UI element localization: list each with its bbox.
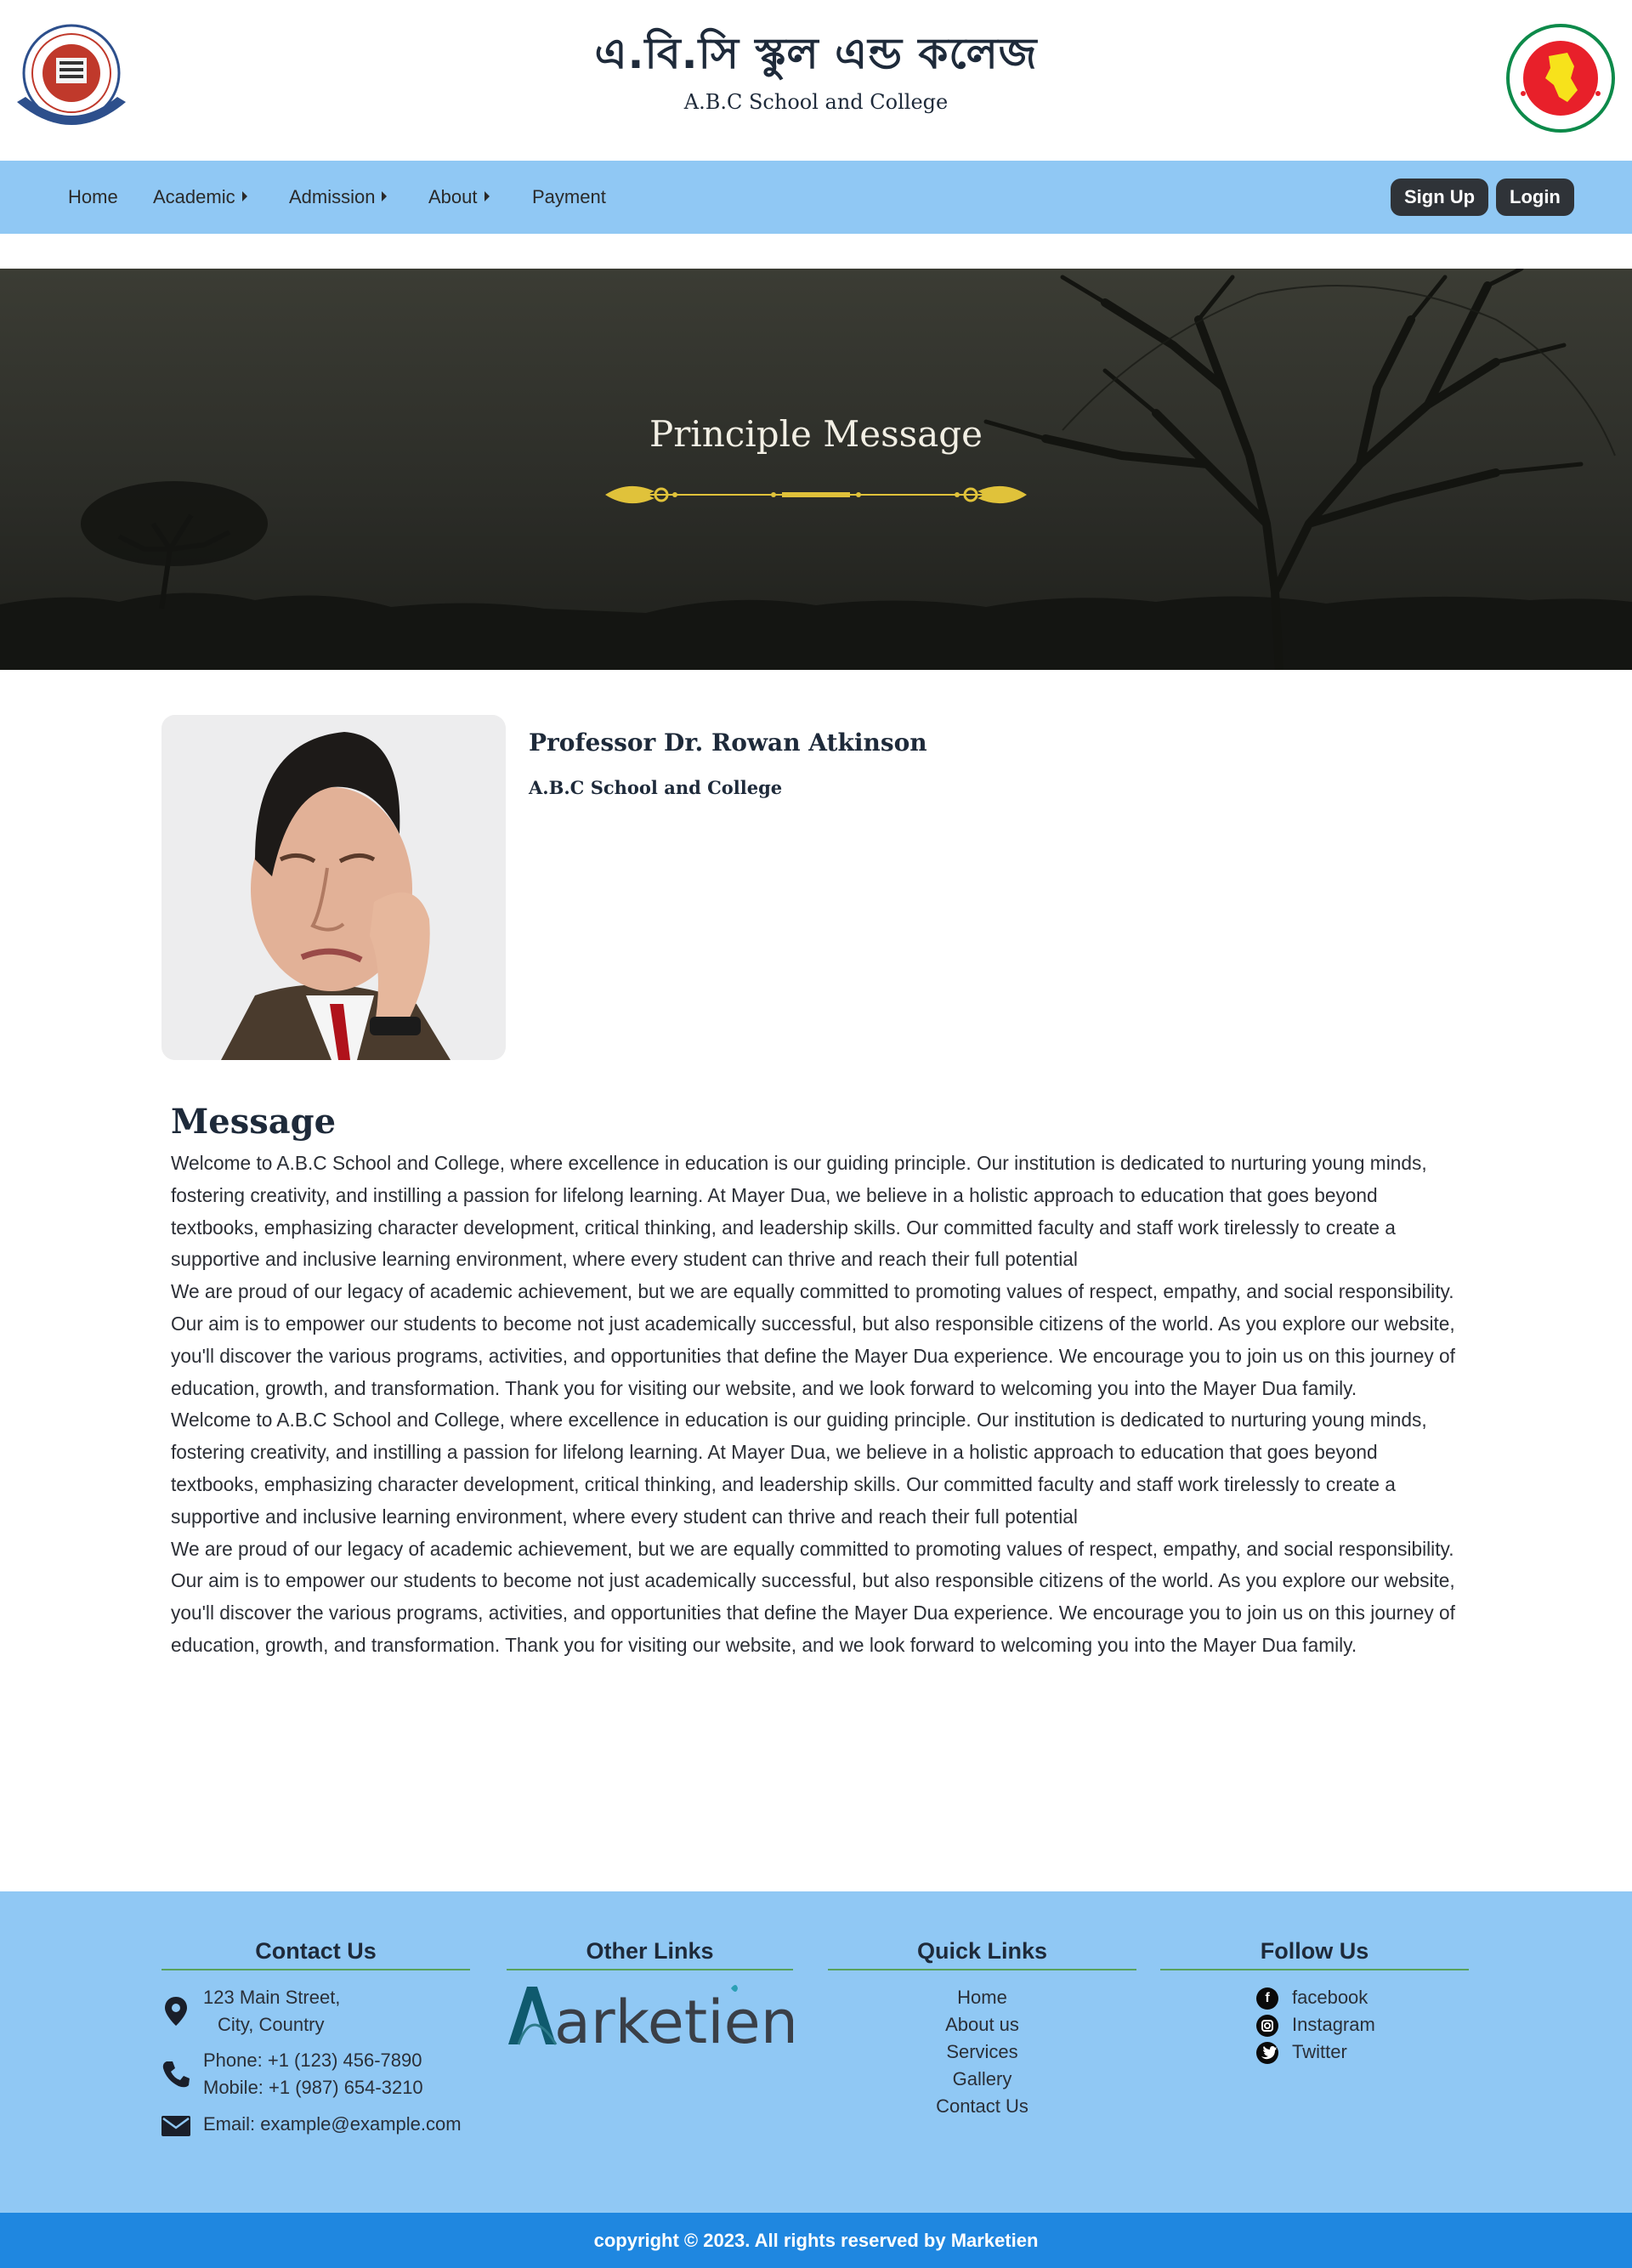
quick-link-services[interactable]: Services (828, 2041, 1136, 2063)
location-pin-icon (165, 1997, 187, 2026)
nav-academic-label: Academic (153, 186, 235, 207)
message-paragraph: Welcome to A.B.C School and College, whe… (171, 1409, 1427, 1528)
other-links-heading: Other Links (586, 1938, 714, 1964)
main-navbar: Home Academic Admission About Payment Si… (0, 161, 1632, 234)
social-link-facebook[interactable]: facebook (1292, 1987, 1368, 2009)
divider (1160, 1969, 1469, 1970)
nav-admission[interactable]: Admission (289, 161, 388, 234)
copyright-bar: copyright © 2023. All rights reserved by… (0, 2213, 1632, 2268)
message-title: Message (171, 1102, 337, 1142)
quick-link-about-us[interactable]: About us (828, 2014, 1136, 2036)
caret-right-icon (382, 191, 388, 202)
twitter-icon (1256, 2042, 1278, 2064)
follow-us-heading: Follow Us (1260, 1938, 1369, 1964)
divider (162, 1969, 470, 1970)
message-paragraph: Welcome to A.B.C School and College, whe… (171, 1152, 1427, 1271)
address-line-1: 123 Main Street, (203, 1987, 341, 2008)
nav-home[interactable]: Home (68, 161, 118, 234)
site-title-bengali: এ.বি.সি স্কুল এন্ড কলেজ (594, 29, 1038, 78)
nav-home-label: Home (68, 186, 118, 207)
principal-name: Professor Dr. Rowan Atkinson (529, 729, 927, 757)
marketien-wordmark: arketien (554, 1987, 793, 2050)
instagram-icon (1256, 2015, 1278, 2037)
site-header: এ.বি.সি স্কুল এন্ড কলেজ A.B.C School and… (0, 0, 1632, 161)
nav-academic[interactable]: Academic (153, 161, 247, 234)
principal-school: A.B.C School and College (529, 777, 783, 798)
tree-silhouette-image (0, 269, 1632, 670)
ornamental-divider-icon (605, 485, 1027, 504)
government-seal-logo (1506, 24, 1615, 133)
site-title-english: A.B.C School and College (683, 90, 949, 114)
sign-up-button[interactable]: Sign Up (1391, 179, 1489, 216)
quick-links-heading: Quick Links (916, 1938, 1048, 1964)
site-footer: Contact Us 123 Main Street, City, Countr… (0, 1891, 1632, 2213)
divider (828, 1969, 1136, 1970)
nav-payment-label: Payment (532, 186, 606, 207)
message-paragraph: We are proud of our legacy of academic a… (171, 1280, 1455, 1399)
address-line-2: City, Country (218, 2014, 325, 2035)
nav-payment[interactable]: Payment (532, 161, 606, 234)
quick-link-home[interactable]: Home (828, 1987, 1136, 2009)
social-link-instagram[interactable]: Instagram (1292, 2014, 1375, 2036)
quick-link-gallery[interactable]: Gallery (828, 2068, 1136, 2090)
principal-photo (162, 715, 506, 1060)
caret-right-icon (241, 191, 247, 202)
envelope-icon (162, 2116, 190, 2136)
hero-banner: Principle Message (0, 269, 1632, 670)
divider (507, 1969, 793, 1970)
facebook-icon: f (1256, 1987, 1278, 2010)
phone-number[interactable]: Phone: +1 (123) 456-7890 (203, 2050, 422, 2072)
mobile-number[interactable]: Mobile: +1 (987) 654-3210 (203, 2077, 423, 2099)
login-button[interactable]: Login (1496, 179, 1574, 216)
marketien-logo[interactable]: arketien (507, 1980, 793, 2050)
phone-icon (162, 2061, 190, 2088)
quick-link-contact-us[interactable]: Contact Us (828, 2095, 1136, 2118)
nav-admission-label: Admission (289, 186, 376, 207)
hero-title: Principle Message (649, 413, 983, 455)
message-body: Welcome to A.B.C School and College, whe… (171, 1148, 1461, 1662)
nav-about-label: About (428, 186, 478, 207)
nav-about[interactable]: About (428, 161, 490, 234)
social-link-twitter[interactable]: Twitter (1292, 2041, 1347, 2063)
message-paragraph: We are proud of our legacy of academic a… (171, 1537, 1455, 1656)
caret-right-icon (484, 191, 490, 202)
email-address[interactable]: Email: example@example.com (203, 2113, 462, 2135)
contact-us-heading: Contact Us (255, 1938, 377, 1964)
principal-portrait-image (162, 715, 506, 1060)
